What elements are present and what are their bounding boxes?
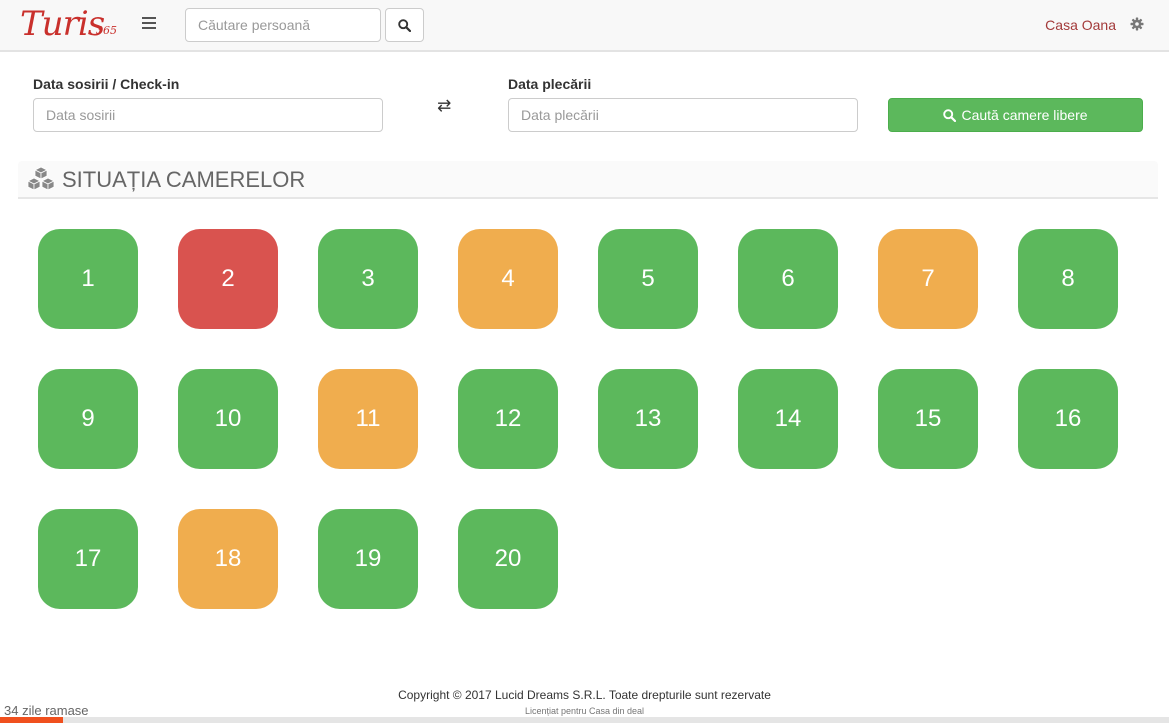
room-tile[interactable]: 18 bbox=[178, 509, 278, 609]
room-tile[interactable]: 17 bbox=[38, 509, 138, 609]
license-text: Licențiat pentru Casa din deal bbox=[524, 706, 645, 716]
logo-sub: 365 bbox=[96, 24, 117, 37]
search-free-rooms-button[interactable]: Caută camere libere bbox=[888, 98, 1143, 132]
room-tile[interactable]: 11 bbox=[318, 369, 418, 469]
room-tile[interactable]: 16 bbox=[1018, 369, 1118, 469]
room-tile[interactable]: 9 bbox=[38, 369, 138, 469]
room-tile[interactable]: 10 bbox=[178, 369, 278, 469]
room-tile[interactable]: 15 bbox=[878, 369, 978, 469]
room-tile[interactable]: 2 bbox=[178, 229, 278, 329]
trial-days-left: 34 zile ramase bbox=[4, 703, 89, 718]
rooms-section-header: SITUAȚIA CAMERELOR bbox=[18, 161, 1158, 199]
user-name-link[interactable]: Casa Oana bbox=[1045, 17, 1116, 33]
top-navbar: Turis 365 Casa Oana bbox=[0, 0, 1169, 52]
room-tile[interactable]: 6 bbox=[738, 229, 838, 329]
room-tile[interactable]: 14 bbox=[738, 369, 838, 469]
cubes-icon bbox=[27, 166, 55, 191]
checkin-date-field[interactable] bbox=[33, 98, 383, 132]
copyright-text: Copyright © 2017 Lucid Dreams S.R.L. Toa… bbox=[398, 688, 771, 702]
checkout-date-field[interactable] bbox=[508, 98, 858, 132]
search-icon bbox=[943, 108, 957, 122]
search-free-rooms-label: Caută camere libere bbox=[961, 107, 1088, 123]
room-tile[interactable]: 19 bbox=[318, 509, 418, 609]
room-tile[interactable]: 20 bbox=[458, 509, 558, 609]
room-tile[interactable]: 7 bbox=[878, 229, 978, 329]
room-tile[interactable]: 5 bbox=[598, 229, 698, 329]
gear-icon[interactable] bbox=[1130, 17, 1144, 31]
menu-icon[interactable] bbox=[142, 17, 156, 31]
room-tile[interactable]: 12 bbox=[458, 369, 558, 469]
trial-progress-fill bbox=[0, 717, 64, 723]
search-icon bbox=[398, 18, 411, 32]
room-tile[interactable]: 1 bbox=[38, 229, 138, 329]
room-tile[interactable]: 8 bbox=[1018, 229, 1118, 329]
rooms-section-title: SITUAȚIA CAMERELOR bbox=[62, 167, 306, 192]
room-tile[interactable]: 3 bbox=[318, 229, 418, 329]
trial-progress-bar bbox=[0, 717, 1169, 723]
swap-dates-icon[interactable]: ⇄ bbox=[437, 96, 451, 116]
logo-text: Turis bbox=[20, 4, 105, 44]
turis365-logo[interactable]: Turis 365 bbox=[20, 4, 125, 46]
room-tile[interactable]: 4 bbox=[458, 229, 558, 329]
person-search-input[interactable] bbox=[185, 8, 381, 42]
checkout-label: Data plecării bbox=[508, 76, 592, 92]
search-button[interactable] bbox=[385, 8, 424, 42]
checkin-label: Data sosirii / Check-in bbox=[33, 76, 180, 92]
room-tile[interactable]: 13 bbox=[598, 369, 698, 469]
